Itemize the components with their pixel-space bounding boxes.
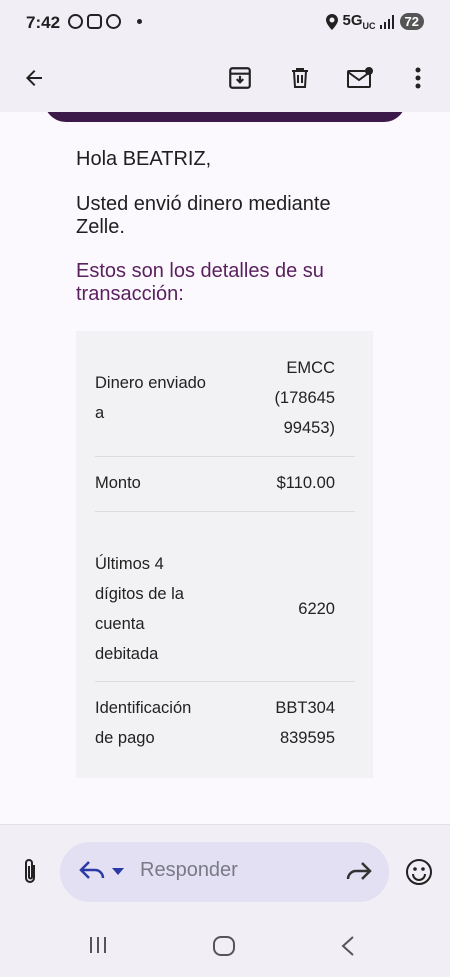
status-bar: 7:42 5GUC 72 [0, 0, 450, 46]
detail-row-account: Últimos 4 dígitos de la cuenta debitada … [95, 549, 335, 669]
mark-unread-button[interactable] [342, 60, 378, 96]
top-app-bar [0, 46, 450, 112]
reply-icon[interactable] [78, 858, 106, 884]
detail-label-line: Últimos 4 [95, 555, 164, 573]
battery-level: 72 [399, 13, 424, 30]
trash-icon [292, 68, 308, 88]
more-notifications-dot [137, 19, 142, 24]
back-nav-icon[interactable] [340, 935, 356, 957]
detail-label-line: Dinero enviado [95, 374, 206, 392]
detail-label: Dinero enviado a [95, 368, 206, 428]
detail-label-line: cuenta [95, 615, 145, 633]
emoji-reaction-icon[interactable] [404, 857, 434, 887]
reply-placeholder: Responder [140, 859, 238, 881]
detail-row-recipient: Dinero enviado a EMCC (178645 99453) [95, 353, 335, 465]
status-app-icons [68, 14, 142, 29]
attach-button[interactable] [18, 857, 42, 887]
location-icon [325, 13, 338, 30]
details-title: Estos son los detalles de su transacción… [76, 260, 324, 305]
back-button[interactable] [16, 60, 52, 96]
network-sub: UC [362, 21, 376, 31]
detail-value: 6220 [298, 600, 335, 618]
detail-label-line: a [95, 404, 105, 422]
detail-value-line: 839595 [279, 729, 335, 747]
detail-label-line: dígitos de la [95, 585, 184, 603]
detail-value: EMCC (178645 99453) [274, 353, 335, 443]
reply-bar: Responder [0, 824, 450, 977]
home-icon[interactable] [212, 935, 236, 957]
signal-icon [379, 14, 394, 29]
delete-button[interactable] [282, 60, 318, 96]
email-intro: Usted envió dinero mediante Zelle. [76, 193, 331, 238]
reply-mode-dropdown[interactable] [112, 868, 124, 875]
status-time: 7:42 [26, 13, 61, 32]
instagram-icon [87, 14, 102, 29]
detail-value-line: BBT304 [275, 699, 335, 717]
network-type: 5GUC [343, 12, 376, 31]
detail-row-amount: Monto $110.00 [95, 468, 335, 508]
detail-label: Últimos 4 dígitos de la cuenta debitada [95, 549, 184, 669]
detail-value: $110.00 [276, 474, 335, 492]
divider [95, 681, 355, 682]
detail-row-payment-id: Identificación de pago BBT304 839595 [95, 693, 335, 763]
forward-icon[interactable] [345, 859, 373, 885]
chrome-icon [106, 14, 121, 29]
detail-label-line: de pago [95, 729, 155, 747]
email-greeting: Hola BEATRIZ, [76, 148, 212, 170]
detail-value: BBT304 839595 [275, 693, 335, 753]
more-options-button[interactable] [400, 60, 436, 96]
transaction-details-card: Dinero enviado a EMCC (178645 99453) Mon… [76, 331, 373, 778]
detail-label: Identificación de pago [95, 693, 191, 753]
status-right: 5GUC 72 [325, 12, 424, 31]
more-vert-icon [415, 67, 421, 89]
divider [95, 456, 355, 457]
detail-label-line: Identificación [95, 699, 192, 717]
reply-field[interactable]: Responder [60, 842, 389, 902]
archive-button[interactable] [222, 60, 258, 96]
mark-unread-icon [347, 67, 373, 88]
arrow-back-icon [26, 70, 42, 86]
detail-label: Monto [95, 474, 141, 492]
paperclip-icon [25, 859, 35, 883]
detail-value-line: (178645 [274, 389, 335, 407]
divider [95, 511, 355, 512]
recent-apps-icon[interactable] [88, 935, 108, 955]
archive-icon [229, 67, 251, 89]
detail-value-line: 99453) [283, 419, 335, 437]
email-header-banner [44, 112, 406, 122]
whatsapp-icon [68, 14, 83, 29]
network-label: 5G [342, 12, 363, 29]
detail-value-line: EMCC [286, 359, 335, 377]
detail-label-line: debitada [95, 645, 159, 663]
